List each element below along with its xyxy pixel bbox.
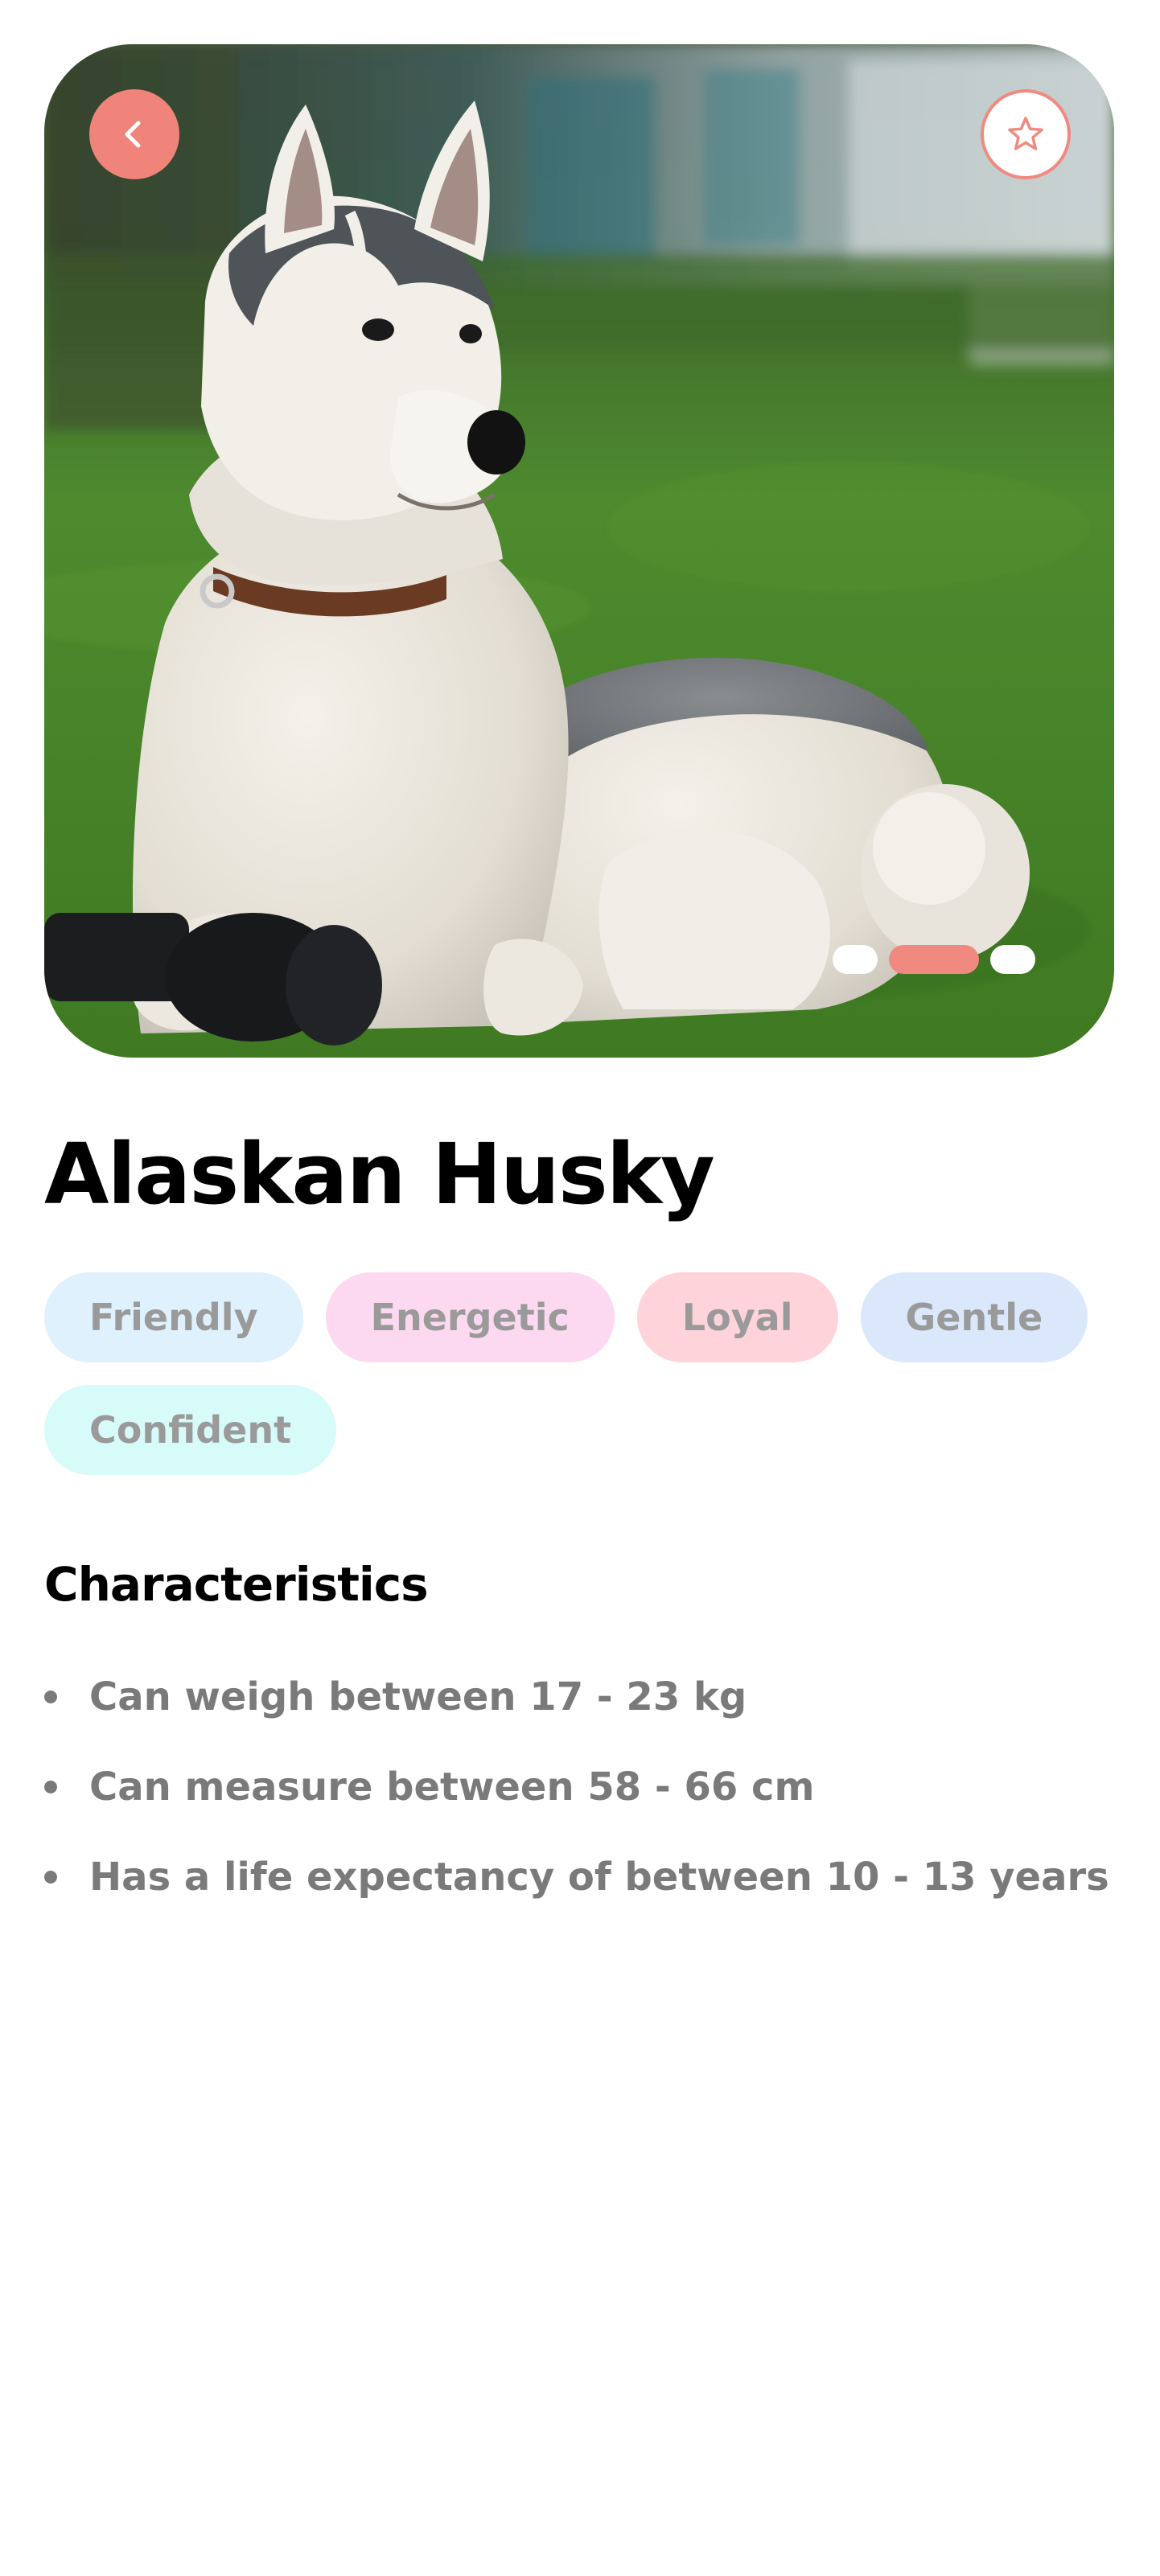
characteristics-heading: Characteristics bbox=[44, 1557, 429, 1612]
tag-friendly: Friendly bbox=[44, 1272, 303, 1362]
breed-photo-carousel[interactable] bbox=[44, 44, 1114, 1058]
list-item: Can weigh between 17 - 23 kg bbox=[44, 1665, 1109, 1755]
back-button[interactable] bbox=[89, 89, 179, 179]
tag-energetic: Energetic bbox=[325, 1272, 615, 1362]
bullet-icon bbox=[44, 1871, 57, 1884]
chevron-left-icon bbox=[125, 121, 141, 148]
carousel-dot-active[interactable] bbox=[889, 945, 979, 974]
husky-photo bbox=[44, 44, 1114, 1058]
bullet-icon bbox=[44, 1781, 57, 1793]
list-item: Has a life expectancy of between 10 - 13… bbox=[44, 1845, 1109, 1935]
temperament-tags: Friendly Energetic Loyal Gentle Confiden… bbox=[44, 1272, 1114, 1475]
bullet-icon bbox=[44, 1691, 57, 1703]
favorite-button[interactable] bbox=[981, 89, 1071, 179]
carousel-dot[interactable] bbox=[833, 945, 878, 974]
tag-loyal: Loyal bbox=[636, 1272, 838, 1362]
carousel-indicator bbox=[833, 945, 1035, 974]
star-outline-icon bbox=[1008, 117, 1043, 150]
characteristics-list: Can weigh between 17 - 23 kg Can measure… bbox=[44, 1665, 1109, 1935]
tag-confident: Confident bbox=[44, 1385, 337, 1475]
tag-gentle: Gentle bbox=[860, 1272, 1088, 1362]
carousel-dot[interactable] bbox=[990, 945, 1035, 974]
breed-name: Alaskan Husky bbox=[44, 1125, 715, 1223]
characteristic-lifespan: Has a life expectancy of between 10 - 13… bbox=[89, 1855, 1109, 1900]
characteristic-height: Can measure between 58 - 66 cm bbox=[89, 1765, 815, 1810]
list-item: Can measure between 58 - 66 cm bbox=[44, 1755, 1109, 1845]
breed-detail-screen: Alaskan Husky Friendly Energetic Loyal G… bbox=[0, 0, 1160, 2576]
characteristic-weight: Can weigh between 17 - 23 kg bbox=[89, 1674, 747, 1719]
